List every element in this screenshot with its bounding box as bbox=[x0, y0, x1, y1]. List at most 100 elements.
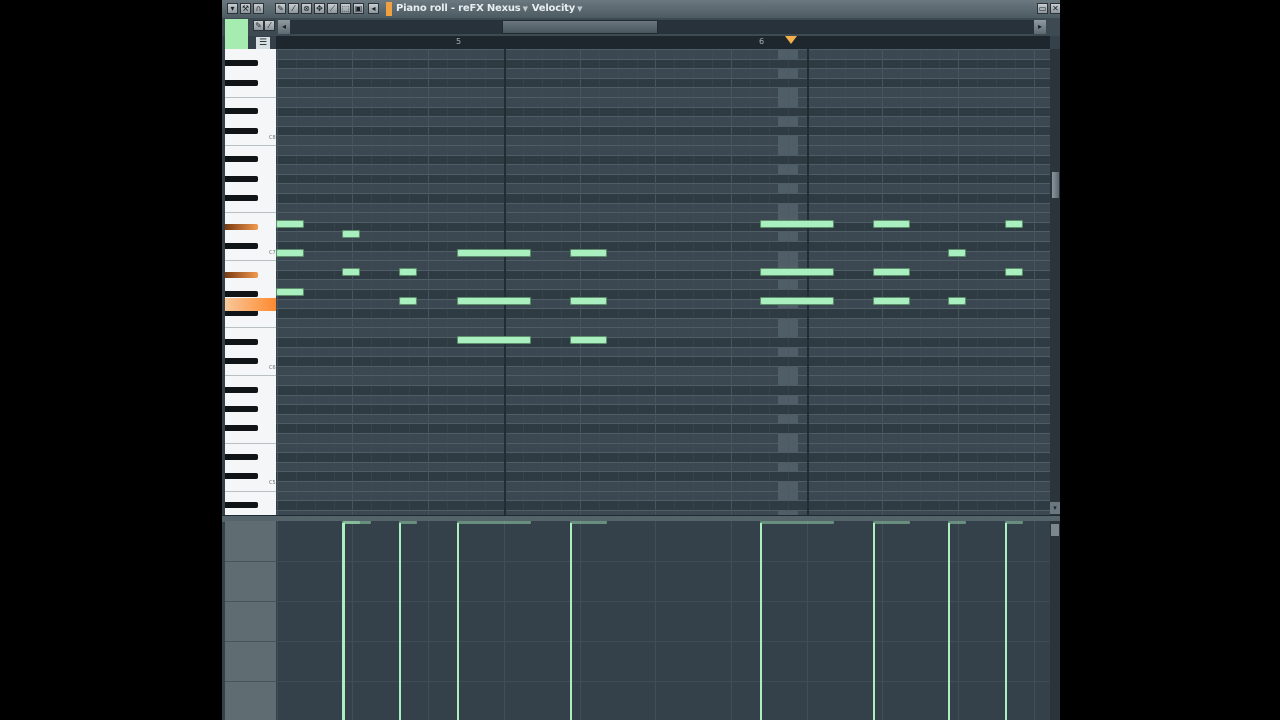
playhead-marker[interactable] bbox=[785, 36, 797, 44]
black-key[interactable] bbox=[225, 502, 258, 508]
menu-icon[interactable]: ☰ bbox=[256, 37, 270, 49]
grid-row-dark bbox=[276, 308, 1050, 318]
zoom-icon[interactable]: ▣ bbox=[353, 3, 364, 14]
velocity-bar[interactable] bbox=[760, 523, 762, 720]
velocity-bar[interactable] bbox=[1005, 523, 1007, 720]
midi-note[interactable] bbox=[948, 297, 966, 305]
midi-note[interactable] bbox=[570, 336, 607, 344]
velocity-bar[interactable] bbox=[570, 523, 572, 720]
close-icon[interactable]: ✕ bbox=[1050, 3, 1060, 14]
midi-note[interactable] bbox=[276, 220, 304, 228]
midi-note[interactable] bbox=[276, 249, 304, 257]
black-key[interactable] bbox=[225, 223, 258, 230]
midi-note[interactable] bbox=[1005, 220, 1023, 228]
vertical-scrollbar[interactable] bbox=[1050, 49, 1060, 515]
midi-note[interactable] bbox=[342, 230, 360, 238]
black-key[interactable] bbox=[225, 310, 258, 316]
horizontal-scrollbar[interactable] bbox=[290, 20, 1034, 34]
black-key[interactable] bbox=[225, 108, 258, 115]
midi-note[interactable] bbox=[760, 297, 834, 305]
velocity-grid-line bbox=[882, 521, 883, 720]
delete-icon[interactable]: ⊗ bbox=[301, 3, 312, 14]
midi-note[interactable] bbox=[1005, 268, 1023, 276]
midi-note[interactable] bbox=[948, 249, 966, 257]
midi-note[interactable] bbox=[457, 336, 531, 344]
black-key[interactable] bbox=[225, 425, 258, 432]
black-key[interactable] bbox=[225, 386, 258, 393]
black-key[interactable] bbox=[225, 473, 258, 480]
grid-row-line bbox=[276, 346, 1050, 348]
grid-row-dark bbox=[276, 269, 1050, 280]
grid-row-line bbox=[276, 471, 1050, 473]
bar-line bbox=[807, 49, 809, 515]
scroll-left-icon[interactable]: ◂ bbox=[278, 20, 290, 34]
pencil-icon[interactable]: ✎ bbox=[275, 3, 286, 14]
grid-row-dark bbox=[276, 337, 1050, 347]
white-key-active[interactable] bbox=[225, 297, 276, 311]
black-key[interactable] bbox=[225, 358, 258, 364]
midi-note[interactable] bbox=[760, 268, 834, 276]
black-key[interactable] bbox=[225, 290, 258, 297]
piano-keyboard[interactable]: C8 C7 C6 C5 bbox=[225, 49, 276, 515]
velocity-scrollbar[interactable] bbox=[1050, 521, 1060, 720]
velocity-lane[interactable] bbox=[276, 521, 1050, 720]
midi-note[interactable] bbox=[399, 297, 417, 305]
black-key[interactable] bbox=[225, 79, 258, 86]
black-key[interactable] bbox=[225, 271, 258, 278]
zoom-swatch[interactable] bbox=[225, 19, 248, 49]
restore-icon[interactable]: ▭ bbox=[1037, 3, 1048, 14]
mode-label[interactable]: Velocity bbox=[532, 3, 576, 14]
grid-row-line bbox=[276, 490, 1050, 492]
horizontal-scroll-thumb[interactable] bbox=[502, 20, 658, 34]
midi-note[interactable] bbox=[873, 297, 910, 305]
wrench-icon[interactable]: ⚒ bbox=[240, 3, 251, 14]
midi-note[interactable] bbox=[342, 268, 360, 276]
midi-note[interactable] bbox=[873, 220, 910, 228]
brush-icon[interactable]: ⁄ bbox=[288, 3, 299, 14]
vertical-scroll-thumb[interactable] bbox=[1052, 172, 1059, 198]
black-key[interactable] bbox=[225, 194, 258, 201]
midi-note[interactable] bbox=[457, 249, 531, 257]
velocity-scroll-thumb[interactable] bbox=[1051, 524, 1059, 536]
midi-note[interactable] bbox=[457, 297, 531, 305]
slice-icon[interactable]: ⟋ bbox=[327, 3, 338, 14]
midi-note[interactable] bbox=[570, 249, 607, 257]
velocity-bar[interactable] bbox=[342, 523, 344, 720]
pencil-icon[interactable]: ✎ bbox=[253, 20, 264, 31]
black-key[interactable] bbox=[225, 454, 258, 460]
black-key[interactable] bbox=[225, 127, 258, 134]
midi-note[interactable] bbox=[873, 268, 910, 276]
magnet-icon[interactable]: ∩ bbox=[253, 3, 264, 14]
grid-row-dark bbox=[276, 452, 1050, 462]
black-key[interactable] bbox=[225, 406, 258, 412]
midi-note[interactable] bbox=[399, 268, 417, 276]
chevron-down-icon[interactable]: ▼ bbox=[577, 5, 582, 13]
select-icon[interactable]: ⬚ bbox=[340, 3, 351, 14]
velocity-bar[interactable] bbox=[873, 523, 875, 720]
velocity-grid-line bbox=[655, 521, 656, 720]
timeline-ruler[interactable]: 5 6 bbox=[276, 36, 1050, 49]
playback-icon[interactable]: ◂ bbox=[368, 3, 379, 14]
velocity-length-cap bbox=[570, 521, 607, 524]
midi-note[interactable] bbox=[760, 220, 834, 228]
black-key[interactable] bbox=[225, 156, 258, 163]
brush-icon[interactable]: ⁄ bbox=[264, 20, 275, 31]
dropdown-icon[interactable]: ▾ bbox=[227, 3, 238, 14]
midi-note[interactable] bbox=[570, 297, 607, 305]
velocity-grid-line bbox=[428, 521, 429, 720]
scroll-down-icon[interactable]: ▾ bbox=[1050, 502, 1060, 514]
black-key[interactable] bbox=[225, 175, 258, 182]
mute-icon[interactable]: ✥ bbox=[314, 3, 325, 14]
midi-note[interactable] bbox=[276, 288, 304, 296]
black-key[interactable] bbox=[225, 242, 258, 249]
note-grid[interactable] bbox=[276, 49, 1050, 515]
grid-row-dark bbox=[276, 173, 1050, 184]
black-key[interactable] bbox=[225, 338, 258, 345]
black-key[interactable] bbox=[225, 60, 258, 67]
velocity-bar[interactable] bbox=[399, 523, 401, 720]
velocity-grid-line bbox=[731, 521, 732, 720]
velocity-bar[interactable] bbox=[948, 523, 950, 720]
chevron-down-icon[interactable]: ▼ bbox=[523, 5, 528, 13]
scroll-right-icon[interactable]: ▸ bbox=[1034, 20, 1046, 34]
velocity-bar[interactable] bbox=[457, 523, 459, 720]
